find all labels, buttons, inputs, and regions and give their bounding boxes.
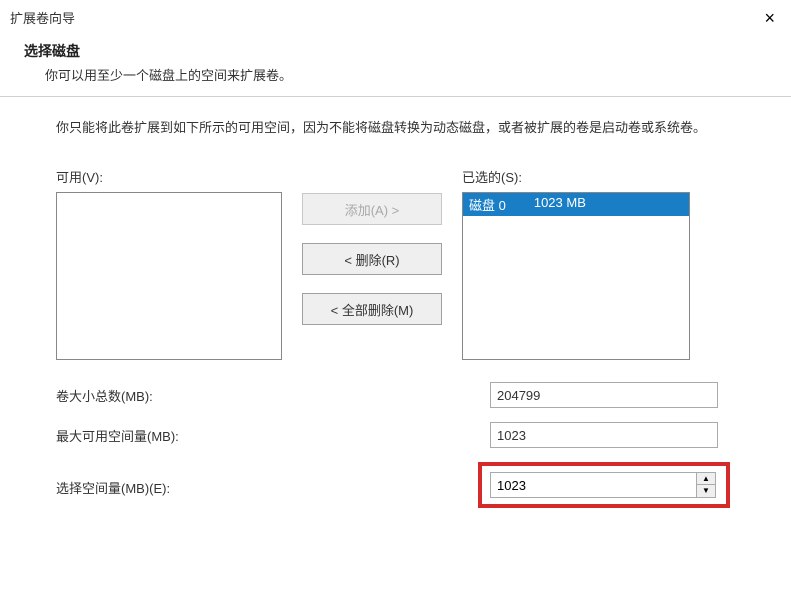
select-space-highlight: ▲ ▼	[478, 462, 730, 508]
content-description: 你只能将此卷扩展到如下所示的可用空间，因为不能将磁盘转换为动态磁盘，或者被扩展的…	[56, 117, 743, 139]
remove-all-button[interactable]: < 全部删除(M)	[302, 293, 442, 325]
add-button: 添加(A) >	[302, 193, 442, 225]
total-size-value	[490, 382, 718, 408]
window-title: 扩展卷向导	[10, 8, 75, 27]
spinner-down-icon[interactable]: ▼	[697, 485, 715, 497]
selected-label: 已选的(S):	[462, 167, 690, 186]
close-icon[interactable]: ×	[758, 9, 781, 27]
max-space-value	[490, 422, 718, 448]
total-size-label: 卷大小总数(MB):	[56, 386, 490, 405]
selected-listbox[interactable]: 磁盘 0 1023 MB	[462, 192, 690, 360]
spinner-buttons: ▲ ▼	[696, 472, 716, 498]
disk-name: 磁盘 0	[469, 195, 534, 214]
select-space-label: 选择空间量(MB)(E):	[56, 474, 490, 497]
disk-size: 1023 MB	[534, 195, 586, 214]
max-space-label: 最大可用空间量(MB):	[56, 426, 490, 445]
remove-button[interactable]: < 删除(R)	[302, 243, 442, 275]
spinner-up-icon[interactable]: ▲	[697, 473, 715, 485]
available-label: 可用(V):	[56, 167, 282, 186]
select-space-input[interactable]	[490, 472, 696, 498]
page-description: 你可以用至少一个磁盘上的空间来扩展卷。	[24, 65, 781, 84]
page-subtitle: 选择磁盘	[24, 41, 781, 61]
available-listbox[interactable]	[56, 192, 282, 360]
list-item[interactable]: 磁盘 0 1023 MB	[463, 193, 689, 216]
